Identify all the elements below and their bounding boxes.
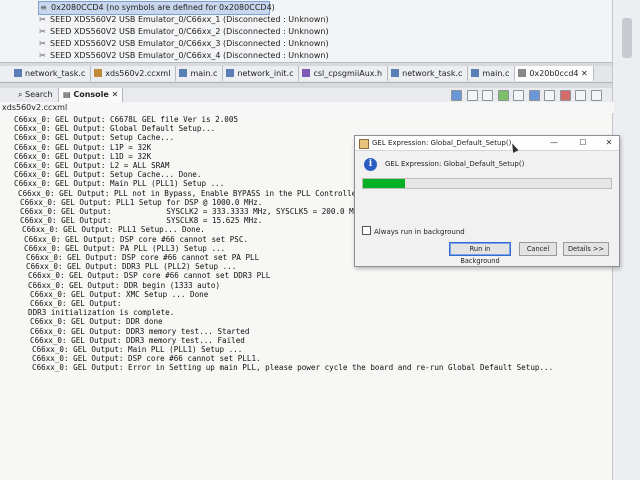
console-line: C66xx_0: GEL Output: Error in Setting up… [32,363,554,373]
c-file-icon [226,69,235,77]
tree-item-label: 0x2080CCD4 (no symbols are defined for 0… [51,3,275,12]
core-icon: ✂ [39,15,46,24]
tab-network-task-c[interactable]: network_task.c [0,66,92,81]
minimize-view-icon[interactable] [575,90,587,101]
always-background-checkbox[interactable]: Always run in background [362,226,465,236]
details-button[interactable]: Details >> [563,242,609,256]
tab-label: xds560v2.ccxml [105,69,171,78]
word-wrap-icon[interactable] [513,90,525,101]
tree-item-label: SEED XDS560V2 USB Emulator_0/C66xx_2 (Di… [50,27,329,36]
progress-bar [362,178,612,189]
tree-item-label: SEED XDS560V2 USB Emulator_0/C66xx_4 (Di… [50,51,329,60]
maximize-button[interactable]: ☐ [574,136,592,150]
terminate-icon[interactable] [559,90,571,101]
debug-tree: ≡ 0x2080CCD4 (no symbols are defined for … [0,0,612,63]
gel-expression-dialog: GEL Expression: Global_Default_Setup() —… [354,135,620,267]
checkbox-box[interactable] [362,226,371,235]
core-icon: ✂ [39,51,46,60]
tab-label: main.c [190,69,218,78]
search-icon: ⌕ [18,90,26,99]
tab-csl-cpsgmiiaux-h[interactable]: csl_cpsgmiiAux.h [299,66,389,81]
tree-item-label: SEED XDS560V2 USB Emulator_0/C66xx_1 (Di… [50,15,329,24]
scroll-lock-icon[interactable] [497,90,509,101]
disassembly-icon [518,69,527,77]
dialog-title-bar[interactable]: GEL Expression: Global_Default_Setup() —… [355,136,619,151]
copy-icon[interactable] [466,90,478,101]
c-file-icon [471,69,480,77]
tree-item-label: SEED XDS560V2 USB Emulator_0/C66xx_3 (Di… [50,39,329,48]
tab-search[interactable]: ⌕ Search [14,88,57,102]
tab-xds560v2-ccxml[interactable]: xds560v2.ccxml [91,66,177,81]
tab-label: network_init.c [237,69,294,78]
h-file-icon [302,69,311,77]
minimize-button[interactable]: — [545,136,563,150]
tab-label: 0x20b0ccd4 ✕ [529,69,588,78]
editor-tab-bar: network_task.c xds560v2.ccxml main.c networ… [0,66,612,83]
cancel-button[interactable]: Cancel [519,242,557,256]
tab-network-init-c[interactable]: network_init.c [223,66,300,81]
run-in-background-button[interactable]: Run in Background [449,242,511,265]
clear-console-icon[interactable] [482,90,494,101]
c-file-icon [179,69,188,77]
gel-app-icon [359,139,369,149]
dialog-message: GEL Expression: Global_Default_Setup() [385,160,525,168]
console-toolbar [449,90,602,101]
tree-item-core-2[interactable]: ✂ SEED XDS560V2 USB Emulator_0/C66xx_2 (D… [38,26,329,38]
tab-label: main.c [482,69,510,78]
tab-network-task-c-2[interactable]: network_task.c [388,66,469,81]
c-file-icon [14,69,22,77]
maximize-view-icon[interactable] [591,90,602,101]
tree-item-core-4[interactable]: ✂ SEED XDS560V2 USB Emulator_0/C66xx_4 (D… [38,50,329,62]
tab-main-c-2[interactable]: main.c [468,66,516,81]
tab-console[interactable]: ▤ Console ✕ [58,88,124,102]
xml-file-icon [94,69,103,77]
tab-label: csl_cpsgmiiAux.h [313,69,383,78]
checkbox-label: Always run in background [374,228,465,236]
tree-item-core-3[interactable]: ✂ SEED XDS560V2 USB Emulator_0/C66xx_3 (D… [38,38,329,50]
tab-label: network_task.c [25,69,86,78]
tab-label: network_task.c [402,69,463,78]
tab-disassembly[interactable]: 0x20b0ccd4 ✕ [515,66,594,81]
core-icon: ✂ [39,39,46,48]
tab-main-c[interactable]: main.c [176,66,224,81]
display-console-icon[interactable] [528,90,540,101]
close-button[interactable]: ✕ [600,136,618,150]
info-icon: i [364,158,377,171]
core-icon: ✂ [39,27,46,36]
console-view-bar: ⌕ Search ▤ Console ✕ [0,88,612,103]
tree-item-core-1[interactable]: ✂ SEED XDS560V2 USB Emulator_0/C66xx_1 (D… [38,14,329,26]
progress-fill [363,179,406,188]
console-icon: ▤ [63,90,74,99]
stack-frame-icon: ≡ [40,3,47,12]
tree-item-frame[interactable]: ≡ 0x2080CCD4 (no symbols are defined for … [38,1,275,15]
open-console-icon[interactable] [544,90,556,101]
scrollbar-thumb[interactable] [622,18,632,58]
pin-console-icon[interactable] [451,90,463,101]
c-file-icon [391,69,400,77]
dialog-title: GEL Expression: Global_Default_Setup() [372,139,512,147]
